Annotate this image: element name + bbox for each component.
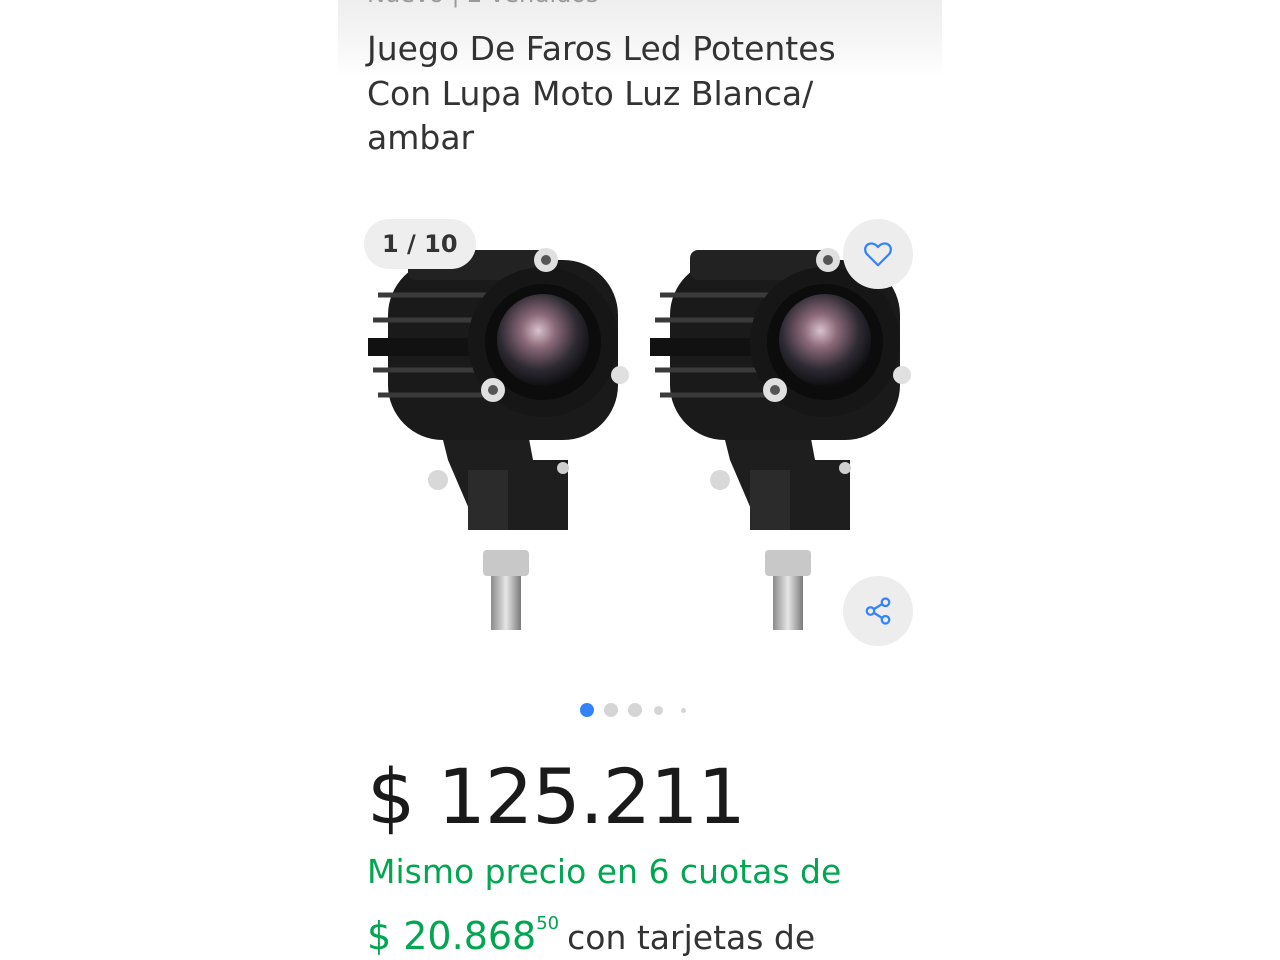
installments-detail: $ 20.86850 con tarjetas de — [367, 900, 815, 960]
pagination-dot-active[interactable] — [580, 703, 594, 717]
product-price: $ 125.211 — [367, 752, 746, 841]
pagination-dot[interactable] — [604, 703, 618, 717]
condition-sold-text: Nuevo | 2 vendidos — [367, 0, 599, 8]
share-icon — [865, 597, 891, 625]
installment-cents: 50 — [536, 913, 560, 934]
pagination-dot[interactable] — [654, 706, 663, 715]
installments-text: Mismo precio en 6 cuotas de — [367, 852, 842, 891]
product-title: Juego De Faros Led Potentes Con Lupa Mot… — [367, 29, 836, 157]
product-image[interactable] — [358, 230, 918, 640]
lamp-left — [368, 248, 629, 630]
share-button[interactable] — [843, 576, 913, 646]
pagination-dot[interactable] — [628, 703, 642, 717]
favorite-button[interactable] — [843, 219, 913, 289]
pagination-dot[interactable] — [681, 708, 686, 713]
heart-outline-icon — [864, 242, 892, 267]
image-counter: 1 / 10 — [364, 219, 476, 269]
installment-suffix: con tarjetas de — [567, 918, 816, 957]
product-page: Nuevo | 2 vendidos Juego De Faros Led Po… — [338, 0, 942, 960]
gallery-pagination — [338, 700, 942, 720]
image-gallery[interactable]: 1 / 10 — [338, 208, 942, 658]
lamp-right — [650, 248, 911, 630]
installment-amount: $ 20.868 — [367, 914, 537, 958]
